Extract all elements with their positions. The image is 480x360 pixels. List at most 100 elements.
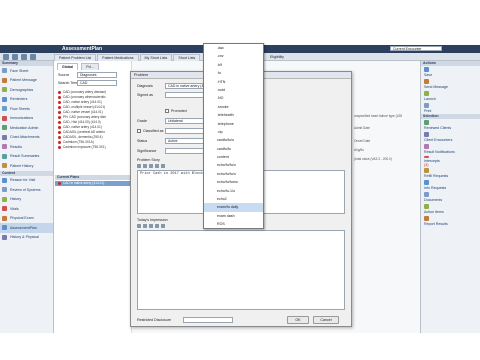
forward-icon[interactable] — [12, 53, 18, 60]
back-icon[interactable] — [3, 53, 9, 60]
dropdown-option[interactable]: echo/fu-1/u — [204, 187, 263, 195]
action-item[interactable]: Action Items — [421, 203, 480, 215]
restricted-disclosure-select[interactable] — [183, 317, 233, 323]
ok-button[interactable]: OK — [287, 316, 309, 324]
nav-item[interactable]: Demographics — [0, 85, 53, 95]
subtab-global[interactable]: Global — [57, 63, 79, 70]
bullet-list-icon[interactable] — [155, 224, 159, 228]
nav-item[interactable]: Patient Message — [0, 76, 53, 86]
dropdown-option[interactable]: .telephone — [204, 120, 263, 128]
dropdown-option[interactable]: .vip — [204, 128, 263, 136]
dropdown-option[interactable]: echo/fu/fu/u — [204, 170, 263, 178]
nav-item[interactable]: Patient History — [0, 161, 53, 171]
dropdown-option[interactable]: exam dash — [204, 212, 263, 220]
classified-select[interactable] — [165, 128, 205, 134]
cancel-button[interactable]: Cancel — [313, 316, 339, 324]
spell-check-icon[interactable] — [161, 224, 165, 228]
nav-icon — [2, 68, 7, 74]
top-tab[interactable]: Patient Problem List — [54, 54, 97, 61]
nav-item[interactable]: History — [0, 195, 53, 205]
significance-label: Significance — [137, 149, 157, 153]
bullet-list-icon[interactable] — [155, 164, 159, 168]
dropdown-option[interactable]: .fu — [204, 69, 263, 77]
tab-eligibility[interactable]: Eligibility — [270, 55, 284, 59]
action-item[interactable]: Save — [421, 66, 480, 78]
dropdown-option[interactable]: .smoke — [204, 103, 263, 111]
action-item[interactable]: Send Message — [421, 78, 480, 90]
current-plan-item[interactable]: CAD in native artery (414.01) — [55, 181, 131, 186]
italic-icon[interactable] — [143, 224, 147, 228]
action-icon — [424, 67, 429, 72]
nav-item-label: Reason for Visit — [10, 178, 36, 183]
nav-item[interactable]: Result Summaries — [0, 152, 53, 162]
nav-item[interactable]: Immunizations — [0, 114, 53, 124]
italic-icon[interactable] — [143, 164, 147, 168]
nav-item[interactable]: Vitals — [0, 204, 53, 214]
dropdown-option[interactable]: .dac — [204, 44, 263, 52]
dropdown-option[interactable]: echo2 — [204, 195, 263, 203]
action-icon — [424, 144, 429, 149]
top-tab[interactable]: Short Lists — [173, 54, 201, 61]
dropdown-option[interactable]: content — [204, 153, 263, 161]
admit-date-label: Admit Date — [354, 126, 370, 130]
todays-impression-label: Today's Impression — [137, 218, 168, 222]
dropdown-option[interactable]: cardfu/fu/u — [204, 136, 263, 144]
action-item[interactable]: Refill Requests — [421, 167, 480, 179]
dropdown-option[interactable]: .b/f — [204, 61, 263, 69]
nav-item[interactable]: Results — [0, 142, 53, 152]
source-select[interactable]: Diagnoses — [77, 72, 117, 78]
nav-item[interactable]: Face Sheet — [0, 66, 53, 76]
status-select[interactable]: Active — [165, 138, 205, 144]
grade-select[interactable]: Unilateral — [165, 118, 205, 124]
action-item[interactable]: Report Results — [421, 215, 480, 227]
dropdown-option[interactable]: cardfu/fu — [204, 145, 263, 153]
top-tab[interactable]: Patient Medications — [97, 54, 139, 61]
action-item[interactable]: Intercepts (3) — [421, 155, 480, 167]
dropdown-option[interactable]: .cnv — [204, 52, 263, 60]
spell-check-icon[interactable] — [161, 164, 165, 168]
nav-item[interactable]: AssessmentPlan — [0, 223, 53, 233]
encounter-selector[interactable]: Current Encounter — [390, 46, 442, 51]
classified-label[interactable]: Classified as — [137, 129, 163, 134]
nav-item[interactable]: Flow Sheets — [0, 104, 53, 114]
search-term-input[interactable]: CAD — [77, 80, 117, 86]
restricted-disclosure-label: Restricted Disclosure — [137, 318, 171, 322]
problem-row[interactable]: Cadmium exposure (T56.3X1) — [55, 145, 131, 150]
bold-icon[interactable] — [137, 224, 141, 228]
dropdown-option[interactable]: .mdd — [204, 86, 263, 94]
action-item[interactable]: Print — [421, 102, 480, 114]
dropdown-option[interactable]: ROS — [204, 220, 263, 228]
dropdown-option[interactable]: .NO — [204, 94, 263, 102]
action-item[interactable]: Result Notifications — [421, 143, 480, 155]
top-tab[interactable]: My Short Lists — [139, 54, 173, 61]
nav-item[interactable]: Reason for Visit — [0, 176, 53, 186]
problem-status-icon — [58, 146, 61, 149]
significance-select[interactable] — [165, 148, 205, 154]
refresh-icon[interactable] — [30, 53, 36, 60]
action-item-label: Report Results — [424, 222, 448, 226]
home-icon[interactable] — [21, 53, 27, 60]
action-item[interactable]: Renewed Clients — [421, 119, 480, 131]
nav-item[interactable]: Physical Exam — [0, 214, 53, 224]
dropdown-option[interactable]: echo/fu/fumo — [204, 178, 263, 186]
underline-icon[interactable] — [149, 164, 153, 168]
dropdown-option[interactable]: .telehealth — [204, 111, 263, 119]
subtab-pd[interactable]: Pd... — [81, 63, 99, 70]
dropdown-option[interactable]: .HTN — [204, 78, 263, 86]
promoted-checkbox[interactable]: Promoted — [165, 109, 187, 114]
dropdown-option[interactable]: exam/fu daily — [204, 203, 263, 212]
nav-item[interactable]: History & Physical — [0, 233, 53, 243]
action-item[interactable]: Launch — [421, 90, 480, 102]
action-item[interactable]: Info Requests — [421, 179, 480, 191]
bold-icon[interactable] — [137, 164, 141, 168]
problem-status-icon — [58, 121, 61, 124]
action-item[interactable]: Documents — [421, 191, 480, 203]
dropdown-option[interactable]: echo/fu/fu/u — [204, 161, 263, 169]
nav-item[interactable]: Chart Attachments — [0, 133, 53, 143]
underline-icon[interactable] — [149, 224, 153, 228]
nav-item[interactable]: Medication Admin — [0, 123, 53, 133]
nav-item[interactable]: Review of Systems — [0, 185, 53, 195]
action-item[interactable]: Client Encounters — [421, 131, 480, 143]
nav-item[interactable]: Reminders — [0, 95, 53, 105]
todays-impression-textarea[interactable] — [137, 230, 345, 310]
